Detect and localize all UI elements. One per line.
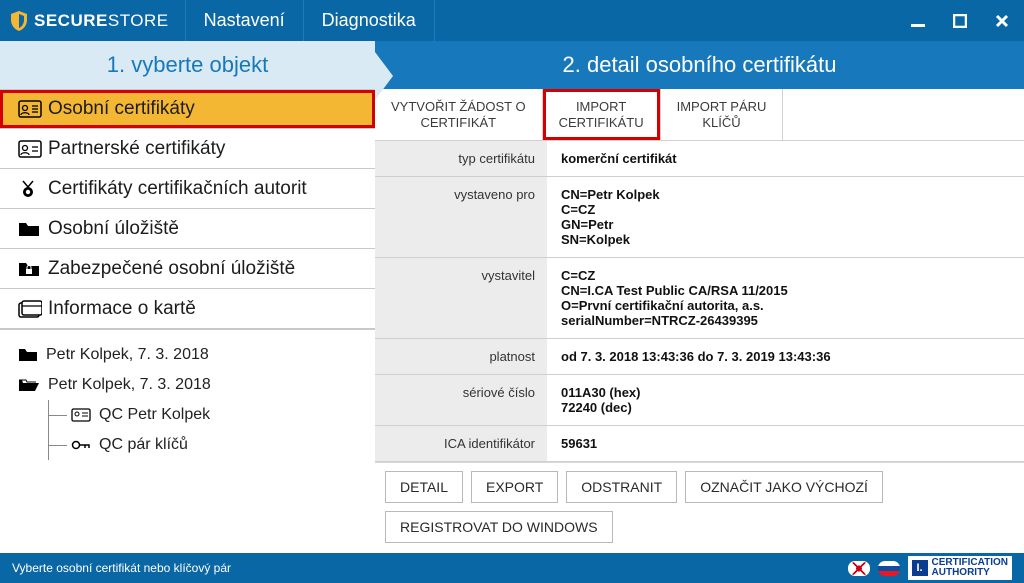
tree-folder-open[interactable]: Petr Kolpek, 7. 3. 2018 <box>18 370 375 400</box>
tab-create-request[interactable]: VYTVOŘIT ŽÁDOST O CERTIFIKÁT <box>375 89 543 141</box>
sidebar: Osobní certifikáty Partnerské certifikát… <box>0 89 375 553</box>
content-area: Osobní certifikáty Partnerské certifikát… <box>0 89 1024 553</box>
detail-label: vystavitel <box>375 258 547 338</box>
card-icon <box>18 300 48 318</box>
sidebar-item-label: Osobní certifikáty <box>48 98 195 120</box>
detail-row-issuer: vystavitel C=CZ CN=I.CA Test Public CA/R… <box>375 258 1024 339</box>
sidebar-item-secure-store[interactable]: Zabezpečené osobní úložiště <box>0 249 375 289</box>
step-2-label: 2. detail osobního certifikátu <box>375 41 1024 89</box>
status-text: Vyberte osobní certifikát nebo klíčový p… <box>12 561 231 575</box>
flag-uk-icon[interactable] <box>848 561 870 576</box>
detail-value: 011A30 (hex) 72240 (dec) <box>547 375 1024 425</box>
detail-value: komerční certifikát <box>547 141 1024 176</box>
sidebar-item-personal-certs[interactable]: Osobní certifikáty <box>0 89 375 129</box>
folder-icon <box>18 347 38 363</box>
set-default-button[interactable]: OZNAČIT JAKO VÝCHOZÍ <box>685 471 883 503</box>
sidebar-item-label: Partnerské certifikáty <box>48 138 225 160</box>
brand-thin: STORE <box>108 11 169 31</box>
tab-import-cert[interactable]: IMPORT CERTIFIKÁTU <box>543 89 661 141</box>
status-bar: Vyberte osobní certifikát nebo klíčový p… <box>0 553 1024 583</box>
id-card-icon <box>71 408 91 422</box>
menu-settings[interactable]: Nastavení <box>185 0 303 41</box>
key-icon <box>71 438 91 452</box>
step-1-label: 1. vyberte objekt <box>0 52 375 78</box>
window-buttons <box>904 0 1024 41</box>
detail-label: ICA identifikátor <box>375 426 547 461</box>
detail-label: vystaveno pro <box>375 177 547 257</box>
detail-value: od 7. 3. 2018 13:43:36 do 7. 3. 2019 13:… <box>547 339 1024 374</box>
folder-open-icon <box>18 377 40 393</box>
ca-line2: AUTHORITY <box>932 567 990 578</box>
tree-label: QC pár klíčů <box>99 436 188 454</box>
action-tabs: VYTVOŘIT ŽÁDOST O CERTIFIKÁT IMPORT CERT… <box>375 89 1024 141</box>
shield-icon <box>10 11 28 31</box>
sidebar-item-label: Zabezpečené osobní úložiště <box>48 258 295 280</box>
sidebar-item-partner-certs[interactable]: Partnerské certifikáty <box>0 129 375 169</box>
folder-icon <box>18 220 48 238</box>
tree-item-keypair[interactable]: QC pár klíčů <box>49 430 375 460</box>
tree-item-cert[interactable]: QC Petr Kolpek <box>49 400 375 430</box>
step-header: 1. vyberte objekt 2. detail osobního cer… <box>0 41 1024 89</box>
sidebar-item-ca-certs[interactable]: Certifikáty certifikačních autorit <box>0 169 375 209</box>
ca-badge: I. CERTIFICATION AUTHORITY <box>908 556 1012 580</box>
detail-label: typ certifikátu <box>375 141 547 176</box>
titlebar-spacer <box>435 0 904 41</box>
close-button[interactable] <box>988 1 1016 41</box>
maximize-button[interactable] <box>946 1 974 41</box>
main-pane: VYTVOŘIT ŽÁDOST O CERTIFIKÁT IMPORT CERT… <box>375 89 1024 553</box>
tree-label: Petr Kolpek, 7. 3. 2018 <box>48 376 211 394</box>
sidebar-item-label: Informace o kartě <box>48 298 196 320</box>
status-right: I. CERTIFICATION AUTHORITY <box>848 556 1012 580</box>
tab-line2: CERTIFIKÁTU <box>559 115 644 130</box>
tab-import-keypair[interactable]: IMPORT PÁRU KLÍČŮ <box>661 89 784 141</box>
main-menu: Nastavení Diagnostika <box>185 0 435 41</box>
detail-row-type: typ certifikátu komerční certifikát <box>375 141 1024 177</box>
sidebar-item-card-info[interactable]: Informace o kartě <box>0 289 375 329</box>
tree-label: Petr Kolpek, 7. 3. 2018 <box>46 346 209 364</box>
detail-label: sériové číslo <box>375 375 547 425</box>
cert-details[interactable]: typ certifikátu komerční certifikát vyst… <box>375 141 1024 463</box>
register-windows-button[interactable]: REGISTROVAT DO WINDOWS <box>385 511 613 543</box>
tree-folder-closed[interactable]: Petr Kolpek, 7. 3. 2018 <box>18 340 375 370</box>
sidebar-item-personal-store[interactable]: Osobní úložiště <box>0 209 375 249</box>
detail-row-issued-to: vystaveno pro CN=Petr Kolpek C=CZ GN=Pet… <box>375 177 1024 258</box>
tab-line2: CERTIFIKÁT <box>421 115 497 130</box>
tab-line1: IMPORT PÁRU <box>677 99 767 114</box>
ca-text: CERTIFICATION AUTHORITY <box>932 558 1008 578</box>
id-card-icon <box>18 100 48 118</box>
tree-label: QC Petr Kolpek <box>99 406 210 424</box>
tab-line1: VYTVOŘIT ŽÁDOST O <box>391 99 526 114</box>
detail-row-ica: ICA identifikátor 59631 <box>375 426 1024 462</box>
detail-row-validity: platnost od 7. 3. 2018 13:43:36 do 7. 3.… <box>375 339 1024 375</box>
title-bar: SECURESTORE Nastavení Diagnostika <box>0 0 1024 41</box>
medal-icon <box>18 179 48 199</box>
cert-tree: Petr Kolpek, 7. 3. 2018 Petr Kolpek, 7. … <box>0 329 375 460</box>
detail-label: platnost <box>375 339 547 374</box>
export-button[interactable]: EXPORT <box>471 471 558 503</box>
tab-filler <box>783 89 1024 141</box>
remove-button[interactable]: ODSTRANIT <box>566 471 677 503</box>
minimize-button[interactable] <box>904 1 932 41</box>
detail-value: C=CZ CN=I.CA Test Public CA/RSA 11/2015 … <box>547 258 1024 338</box>
sidebar-item-label: Certifikáty certifikačních autorit <box>48 178 307 200</box>
app-brand: SECURESTORE <box>0 0 185 41</box>
menu-diagnostics[interactable]: Diagnostika <box>303 0 435 41</box>
brand-strong: SECURE <box>34 11 108 31</box>
detail-value: 59631 <box>547 426 1024 461</box>
tree-children: QC Petr Kolpek QC pár klíčů <box>48 400 375 460</box>
ca-mark: I. <box>912 560 928 576</box>
folder-lock-icon <box>18 260 48 278</box>
flag-sk-icon[interactable] <box>878 561 900 576</box>
action-bar: DETAIL EXPORT ODSTRANIT OZNAČIT JAKO VÝC… <box>375 462 1024 553</box>
detail-value: CN=Petr Kolpek C=CZ GN=Petr SN=Kolpek <box>547 177 1024 257</box>
detail-row-serial: sériové číslo 011A30 (hex) 72240 (dec) <box>375 375 1024 426</box>
tab-line2: KLÍČŮ <box>702 115 740 130</box>
detail-button[interactable]: DETAIL <box>385 471 463 503</box>
sidebar-item-label: Osobní úložiště <box>48 218 179 240</box>
tab-line1: IMPORT <box>576 99 626 114</box>
id-card-icon <box>18 140 48 158</box>
